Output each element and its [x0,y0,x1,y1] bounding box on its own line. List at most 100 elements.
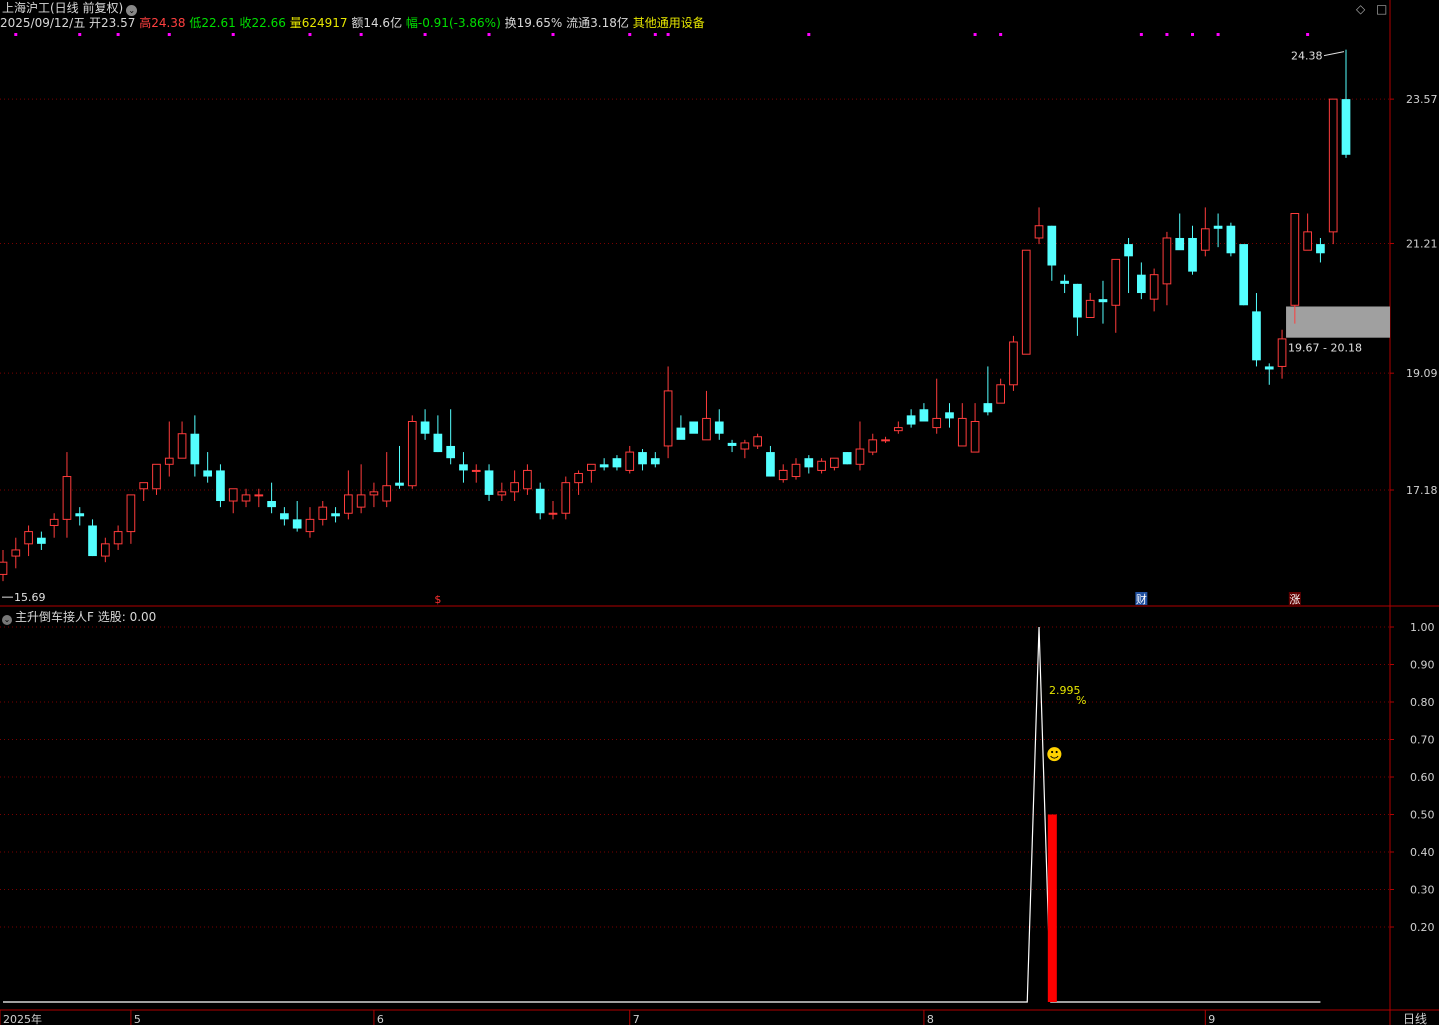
x-tick-label: 5 [134,1013,141,1025]
candle-body [1073,283,1082,318]
candle-body [919,409,929,422]
candle-body [663,390,673,447]
candle-body [1149,274,1159,300]
candle-body [778,469,788,481]
candle-body [523,469,532,490]
candle-body [484,470,494,495]
signal-dot [14,33,18,36]
stock-title[interactable]: 上海沪工(日线 前复权) [2,1,123,15]
quote-field-10: 其他通用设备 [628,16,705,30]
candle-body [753,436,762,447]
quote-field-1: 开23.57 [85,16,136,30]
candle-body [1328,98,1338,233]
high-price-arrow [1323,51,1345,57]
candle-body [1303,231,1312,251]
candle-body [420,421,430,434]
candle-body [702,417,711,441]
candle-body [830,457,839,468]
signal-dot [487,33,491,36]
dropdown-icon[interactable]: ⌄ [126,5,138,16]
event-marker: 财 [1136,592,1147,606]
quote-field-7: 幅-0.91(-3.86%) [402,16,501,30]
candle-body [561,482,571,514]
period-label: 日线 [1403,1012,1427,1025]
signal-dot [116,33,120,36]
candle-body [740,442,750,450]
candle-body [625,451,635,471]
candle-body [932,417,942,429]
x-tick-label: 9 [1208,1013,1215,1025]
signal-dot [1191,33,1195,36]
candle-body [1085,299,1095,319]
high-price-label: 24.38 [1291,50,1323,63]
indicator-tick-label: 0.20 [1410,921,1435,934]
candle-body [817,460,826,471]
candle-body [1264,366,1274,370]
candle-body [37,537,46,544]
candle-body [356,494,366,508]
candle-body [216,470,225,502]
candle-body [190,433,200,465]
candle-body [612,458,622,468]
indicator-annotation-unit: % [1076,694,1086,707]
x-tick-label: 2025年 [3,1012,42,1025]
candle-body [714,421,724,434]
candle-body [676,427,686,440]
quote-field-9: 流通3.18亿 [562,16,629,30]
candle-body [459,464,468,471]
indicator-tick-label: 0.60 [1410,771,1435,784]
candle-body [382,485,392,502]
candle-body [1200,228,1210,251]
candle-body [1277,338,1287,367]
candle-body [791,463,801,478]
candle-body [842,452,852,465]
signal-dot [807,33,811,36]
candle-body [587,463,596,471]
indicator-title: ⌄ 主升倒车接人F 选股: 0.00 [2,608,156,625]
x-tick-label: 7 [633,1013,640,1025]
signal-dot [1139,33,1143,36]
candle-body [113,531,123,545]
diamond-icon[interactable]: ◇ [1356,2,1365,16]
candle-body [1213,225,1223,229]
indicator-name[interactable]: 主升倒车接人F [15,610,94,624]
quote-field-8: 换19.65% [500,16,563,30]
candle-body [318,506,328,520]
candle-body [983,403,993,413]
event-marker: 涨 [1289,593,1300,606]
signal-dot [359,33,363,36]
candle-body [1290,213,1300,306]
indicator-tick-label: 0.70 [1410,734,1435,747]
candle-body [11,549,21,557]
signal-dot [999,33,1003,36]
stock-title-bar: 上海沪工(日线 前复权) ⌄ [2,1,138,16]
price-tick-label: 19.09 [1406,367,1438,380]
candle-body [1175,237,1185,251]
candle-body [228,488,238,502]
candle-body [1239,244,1249,306]
candle-body [331,513,340,517]
indicator-tick-label: 0.50 [1410,809,1435,822]
indicator-tick-label: 0.80 [1410,696,1435,709]
candle-body [1034,225,1044,239]
candle-body [292,519,302,529]
signal-dot [78,33,82,36]
candle-body [1162,237,1172,285]
signal-dot [231,33,235,36]
candle-body [650,458,660,465]
candle-body [1021,249,1031,355]
candle-body [254,494,264,497]
maximize-icon[interactable]: □ [1376,2,1387,16]
low-price-label: 15.69 [14,591,46,604]
signal-dot [628,33,632,36]
quote-field-3: 低22.61 [185,16,236,30]
candle-body [957,417,967,447]
candle-body [1009,341,1018,386]
candle-body [139,482,149,490]
candle-body [996,384,1006,404]
signal-dot [666,33,670,36]
candle-body [100,543,110,557]
candle-body [1188,237,1197,272]
candle-body [1111,258,1121,306]
indicator-dropdown-icon[interactable]: ⌄ [2,615,12,625]
